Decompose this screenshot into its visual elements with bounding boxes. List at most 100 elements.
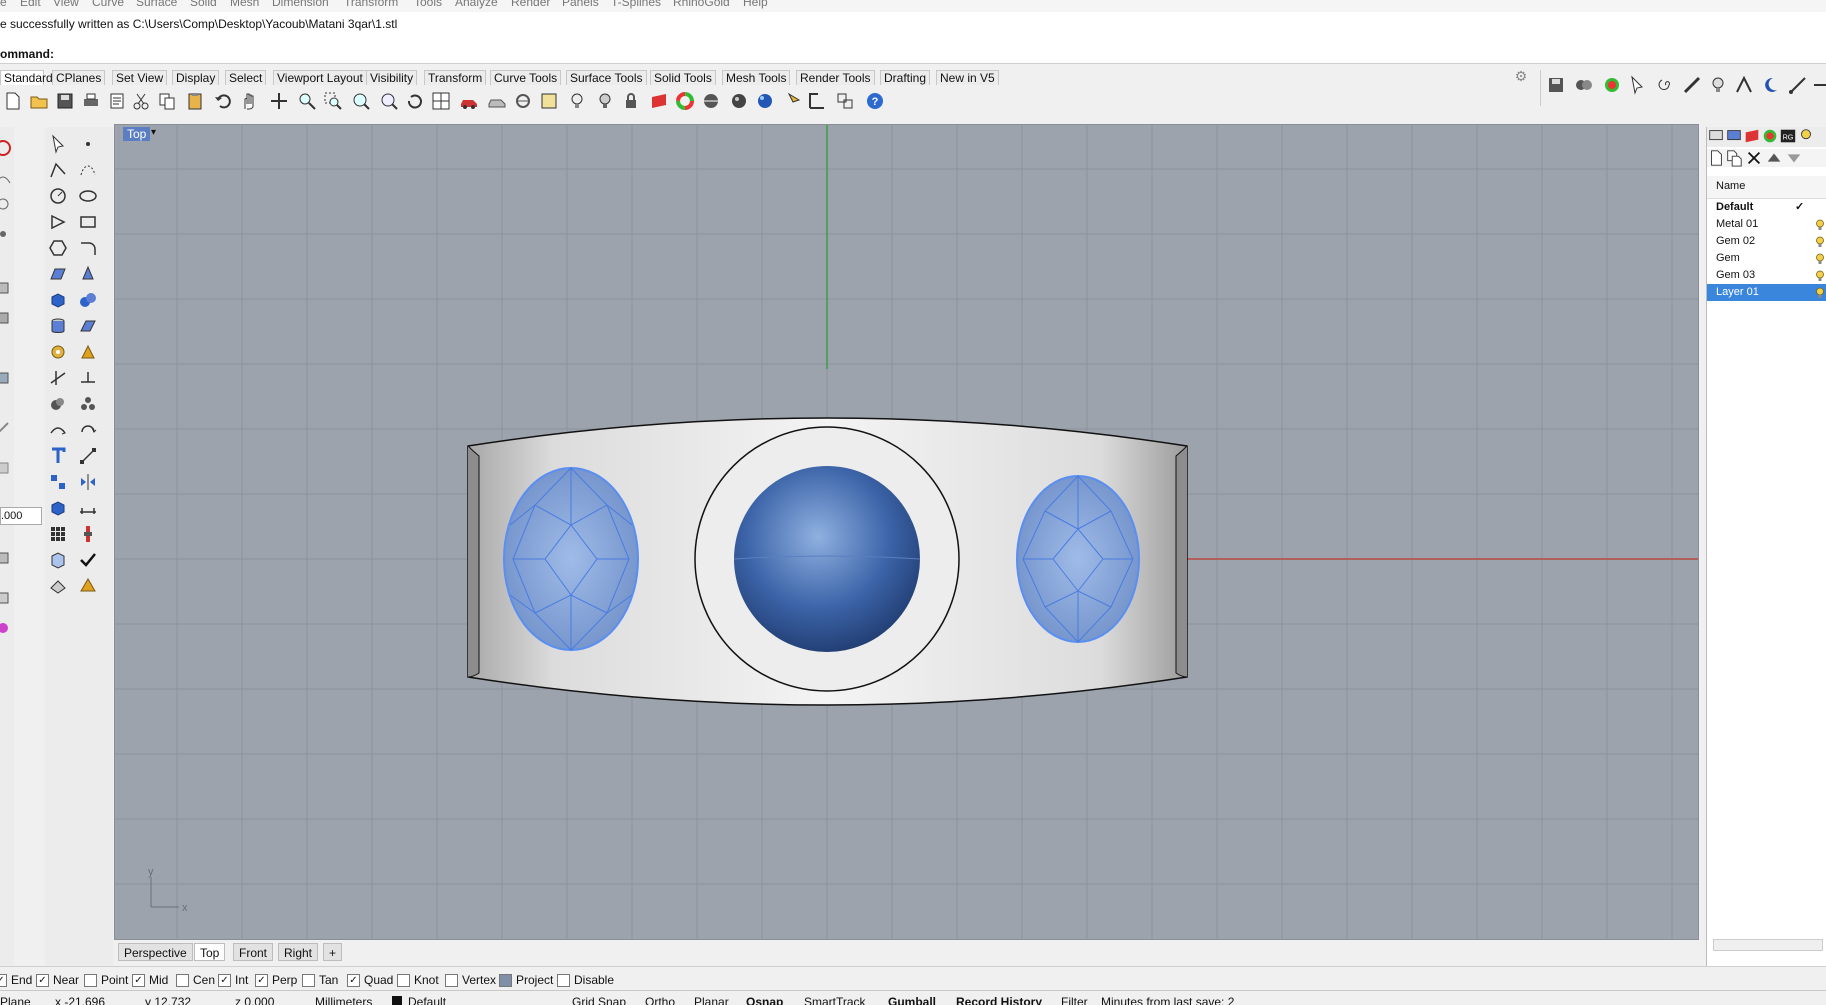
menu-dimension[interactable]: Dimension [272, 0, 329, 9]
array-icon[interactable] [47, 523, 69, 545]
layer-row-gem-03[interactable]: Gem 03 [1707, 267, 1826, 284]
menu-help[interactable]: Help [743, 0, 768, 9]
boolean-union-icon[interactable] [47, 393, 69, 415]
move-up-icon[interactable] [1765, 149, 1783, 167]
rotate-icon[interactable] [404, 90, 426, 112]
viewport-layout-icon[interactable] [430, 90, 452, 112]
menu-tsplines[interactable]: T-Splines [611, 0, 661, 9]
analyze-tool-icon[interactable] [0, 417, 14, 439]
lightbulb-on-icon[interactable] [1815, 236, 1825, 248]
osnap-vertex-checkbox[interactable] [445, 973, 458, 987]
osnap-project-checkbox[interactable] [499, 973, 512, 987]
zoom-extents-icon[interactable] [350, 90, 372, 112]
osnap-knot-checkbox[interactable] [397, 973, 410, 987]
undo-icon[interactable] [212, 90, 234, 112]
osnap-point-checkbox[interactable] [84, 973, 97, 987]
menu-surface[interactable]: Surface [136, 0, 177, 9]
rectangle-icon[interactable] [77, 211, 99, 233]
lightbulb-on-icon[interactable] [1815, 219, 1825, 231]
color-wheel-icon[interactable] [674, 90, 696, 112]
osnap-point[interactable]: Point [84, 973, 128, 987]
osnap-quad[interactable]: ✓ Quad [347, 973, 393, 987]
layers-icon[interactable] [1725, 127, 1743, 145]
stop-icon[interactable] [0, 137, 14, 159]
rhinogold-icon[interactable]: RG [1779, 127, 1797, 145]
ruler-icon[interactable] [1681, 74, 1703, 96]
object-snap-icon[interactable] [512, 90, 534, 112]
menu-analyze[interactable]: Analyze [455, 0, 498, 9]
move-icon[interactable] [47, 419, 69, 441]
check-icon[interactable] [77, 549, 99, 571]
color-wheel-icon[interactable] [1601, 74, 1623, 96]
paste-icon[interactable] [184, 90, 206, 112]
tab-front[interactable]: Front [233, 943, 274, 961]
select-filter-icon[interactable] [538, 90, 560, 112]
osnap-knot[interactable]: Knot [397, 973, 439, 987]
moon-icon[interactable] [1759, 74, 1781, 96]
menu-file[interactable]: e [0, 0, 7, 9]
array-polar-icon[interactable] [47, 471, 69, 493]
menu-panels[interactable]: Panels [562, 0, 599, 9]
layer-row-layer-01[interactable]: Layer 01 [1707, 284, 1826, 301]
open-icon[interactable] [28, 90, 50, 112]
delete-layer-icon[interactable] [1745, 149, 1763, 167]
pan-icon[interactable] [238, 90, 260, 112]
split-icon[interactable] [77, 367, 99, 389]
extrude-tool-icon[interactable] [0, 277, 14, 299]
dimension-icon[interactable] [806, 90, 828, 112]
spheres-icon[interactable] [77, 289, 99, 311]
lightbulb-on-icon[interactable] [1815, 253, 1825, 265]
revolve-icon[interactable] [77, 263, 99, 285]
osnap-perp-checkbox[interactable]: ✓ [255, 973, 268, 987]
gear-icon[interactable]: ⚙ [1514, 69, 1528, 83]
rotate-object-icon[interactable] [77, 419, 99, 441]
group-icon[interactable] [77, 393, 99, 415]
new-layer-icon[interactable] [1707, 149, 1725, 167]
shaded-sphere-icon[interactable] [700, 90, 722, 112]
dimension-tool-icon[interactable] [77, 497, 99, 519]
osnap-disable-checkbox[interactable] [557, 973, 570, 987]
save-icon[interactable] [54, 90, 76, 112]
curve-tool-icon[interactable] [0, 167, 14, 189]
layer-row-gem[interactable]: Gem [1707, 250, 1826, 267]
help-icon[interactable]: ? [864, 90, 886, 112]
mesh-icon[interactable] [47, 575, 69, 597]
osnap-near[interactable]: ✓ Near [36, 973, 79, 987]
new-icon[interactable] [2, 90, 24, 112]
zoom-icon[interactable] [296, 90, 318, 112]
cylinder-icon[interactable] [47, 315, 69, 337]
light-icon[interactable] [784, 90, 806, 112]
scale-icon[interactable] [77, 445, 99, 467]
zoom-window-icon[interactable] [322, 90, 344, 112]
transform-icon[interactable] [834, 90, 856, 112]
tab-visibility[interactable]: Visibility [366, 70, 418, 85]
polygon-icon[interactable] [47, 211, 69, 233]
osnap-mid-checkbox[interactable]: ✓ [132, 973, 145, 987]
value-input[interactable]: .000 [0, 507, 42, 525]
menu-curve[interactable]: Curve [92, 0, 124, 9]
render-tool-icon[interactable] [0, 457, 14, 479]
gear-tool-icon[interactable] [47, 341, 69, 363]
layers-horizontal-scrollbar[interactable] [1713, 939, 1823, 951]
layer-row-gem-02[interactable]: Gem 02 [1707, 233, 1826, 250]
menu-render[interactable]: Render [511, 0, 550, 9]
tab-new-in-v5[interactable]: New in V5 [936, 70, 999, 85]
fillet-curve-icon[interactable] [77, 237, 99, 259]
plane-icon[interactable] [77, 315, 99, 337]
select-arrow-icon[interactable] [47, 133, 69, 155]
point-tool-icon[interactable] [0, 223, 14, 245]
menu-tools[interactable]: Tools [414, 0, 442, 9]
osnap-quad-checkbox[interactable]: ✓ [347, 973, 360, 987]
viewport-menu-arrow-icon[interactable]: ▾ [151, 127, 156, 138]
text-icon[interactable] [47, 445, 69, 467]
tab-transform[interactable]: Transform [424, 70, 487, 85]
osnap-near-checkbox[interactable]: ✓ [36, 973, 49, 987]
lightbulb-icon[interactable] [566, 90, 588, 112]
tab-select[interactable]: Select [225, 70, 267, 85]
monitor-icon[interactable] [1707, 127, 1725, 145]
tab-viewport-layout[interactable]: Viewport Layout [273, 70, 367, 85]
lightbulb-on-icon[interactable] [1815, 270, 1825, 282]
line-icon[interactable] [1787, 74, 1809, 96]
edit-tool-icon[interactable] [0, 367, 14, 389]
gumball-icon[interactable] [77, 523, 99, 545]
